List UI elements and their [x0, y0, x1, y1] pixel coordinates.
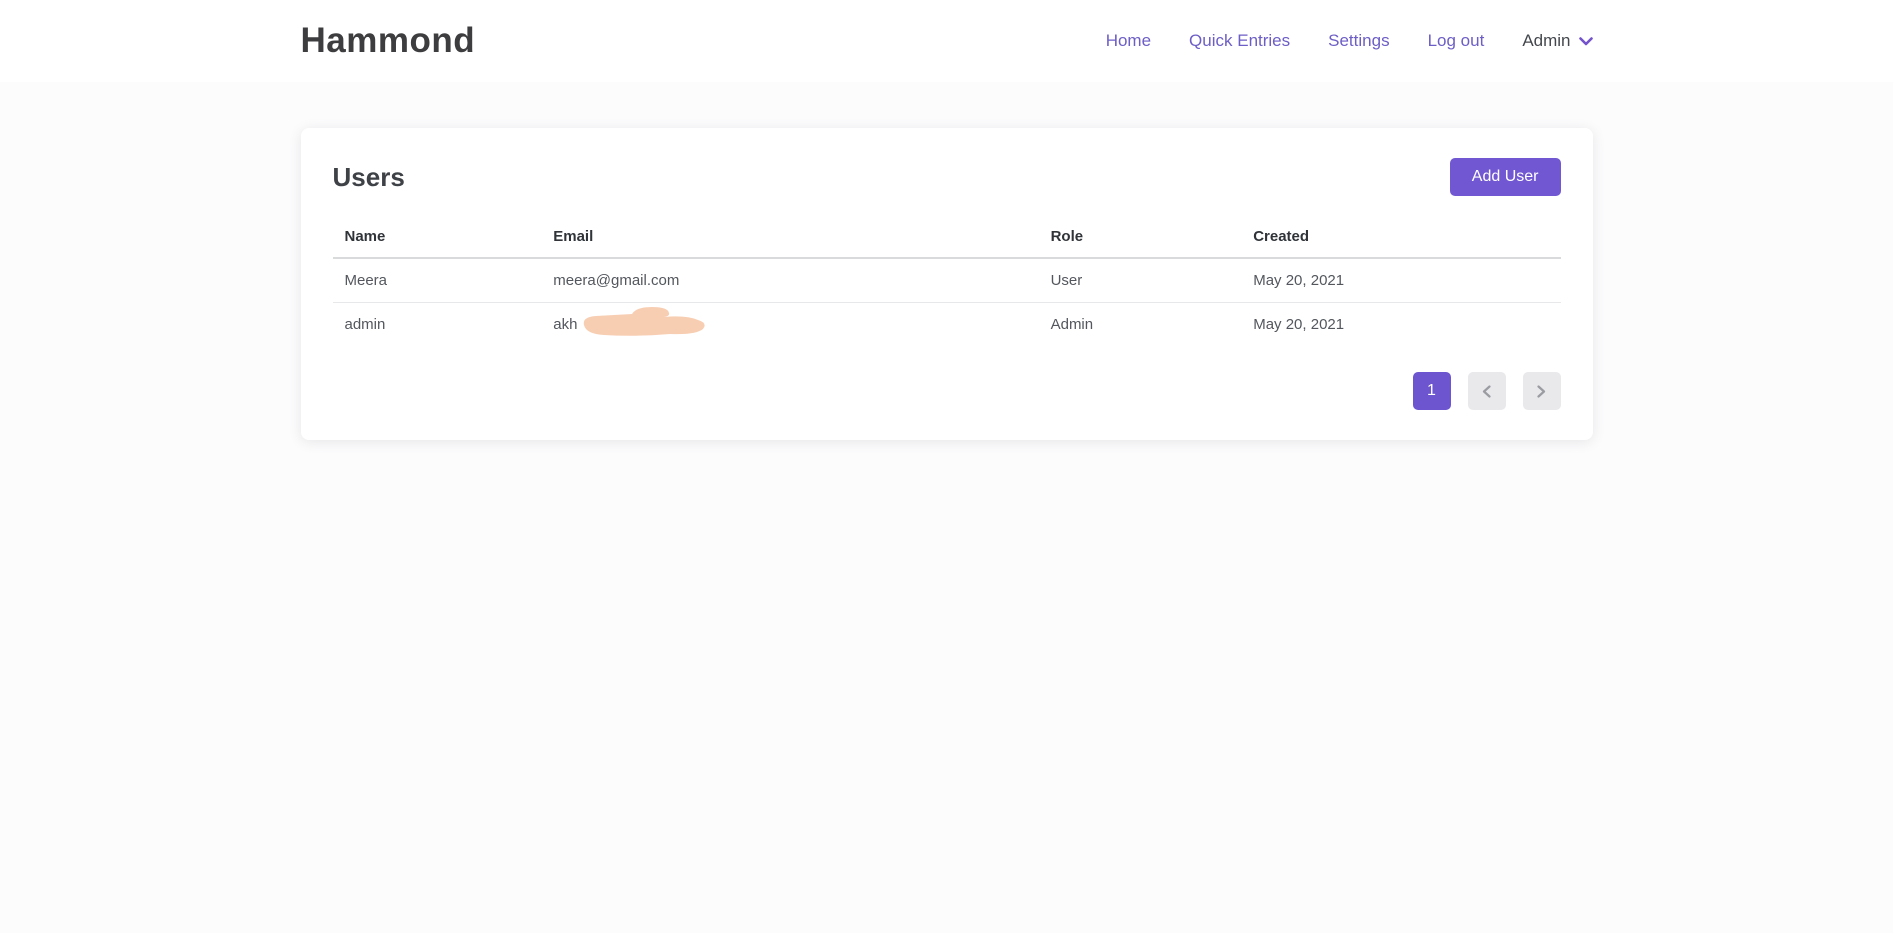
table-row: Meera meera@gmail.com User May 20, 2021: [333, 258, 1561, 303]
table-row: admin akh Admin May 20, 2021: [333, 303, 1561, 347]
page-title: Users: [333, 162, 405, 193]
next-page-button[interactable]: [1523, 372, 1561, 410]
email-redaction-scribble: [574, 305, 716, 341]
add-user-button[interactable]: Add User: [1450, 158, 1561, 196]
prev-page-button[interactable]: [1468, 372, 1506, 410]
page-button-1[interactable]: 1: [1413, 372, 1451, 410]
nav-link-settings[interactable]: Settings: [1328, 31, 1389, 51]
column-header-email: Email: [541, 218, 1038, 258]
main-nav: Home Quick Entries Settings Log out Admi…: [1106, 31, 1593, 51]
chevron-left-icon: [1482, 385, 1491, 398]
nav-link-quick-entries[interactable]: Quick Entries: [1189, 31, 1290, 51]
chevron-right-icon: [1537, 385, 1546, 398]
email-text-partial: akh: [553, 316, 577, 333]
top-header: Hammond Home Quick Entries Settings Log …: [0, 0, 1893, 82]
cell-role: User: [1039, 258, 1242, 303]
cell-email: akh: [541, 303, 1038, 347]
cell-email: meera@gmail.com: [541, 258, 1038, 303]
main-content: Users Add User Name Email Role Created M…: [0, 82, 1893, 440]
cell-created: May 20, 2021: [1241, 258, 1560, 303]
user-menu-label: Admin: [1522, 31, 1570, 51]
brand-logo[interactable]: Hammond: [301, 21, 476, 61]
chevron-down-icon: [1579, 37, 1593, 46]
cell-name: Meera: [333, 258, 542, 303]
column-header-role: Role: [1039, 218, 1242, 258]
column-header-name: Name: [333, 218, 542, 258]
column-header-created: Created: [1241, 218, 1560, 258]
users-card: Users Add User Name Email Role Created M…: [301, 128, 1593, 440]
nav-link-logout[interactable]: Log out: [1428, 31, 1485, 51]
cell-created: May 20, 2021: [1241, 303, 1560, 347]
nav-link-home[interactable]: Home: [1106, 31, 1151, 51]
user-menu-dropdown[interactable]: Admin: [1522, 31, 1592, 51]
cell-role: Admin: [1039, 303, 1242, 347]
table-header-row: Name Email Role Created: [333, 218, 1561, 258]
users-table: Name Email Role Created Meera meera@gmai…: [333, 218, 1561, 346]
pagination: 1: [333, 372, 1561, 410]
cell-name: admin: [333, 303, 542, 347]
